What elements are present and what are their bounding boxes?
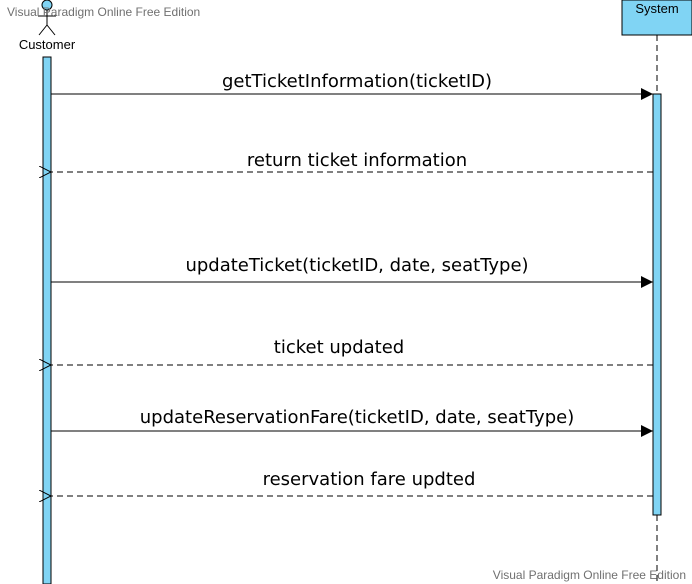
actor-label: Customer — [19, 37, 76, 52]
watermark-top: Visual Paradigm Online Free Edition — [7, 5, 200, 19]
customer-activation-bar — [42, 56, 52, 584]
message-label-2: return ticket information — [247, 150, 467, 171]
message-label-4: ticket updated — [274, 337, 404, 358]
message-label-3: updateTicket(ticketID, date, seatType) — [185, 255, 528, 276]
system-activation-bar — [652, 93, 662, 516]
message-label-6: reservation fare updted — [263, 469, 476, 490]
system-label: System — [635, 1, 678, 16]
message-label-5: updateReservationFare(ticketID, date, se… — [140, 407, 574, 428]
watermark-bottom: Visual Paradigm Online Free Edition — [493, 568, 686, 582]
sequence-diagram: System Visual Paradigm Online Free Editi… — [7, 0, 692, 584]
message-label-1: getTicketInformation(ticketID) — [222, 71, 492, 92]
